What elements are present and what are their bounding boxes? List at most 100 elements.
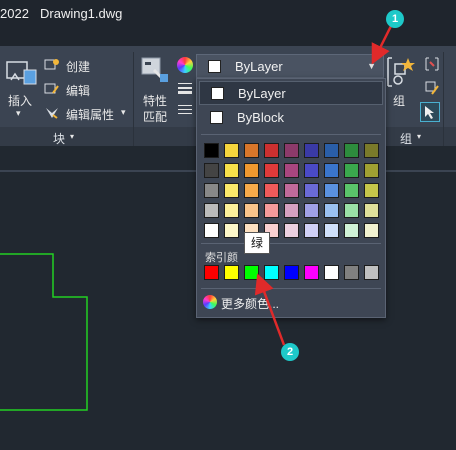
- separator: [201, 134, 381, 135]
- index-color-swatch[interactable]: [304, 265, 319, 280]
- color-swatch[interactable]: [344, 183, 359, 198]
- create-block-icon: [44, 58, 60, 72]
- color-swatch[interactable]: [304, 203, 319, 218]
- dropdown-item-label: ByLayer: [238, 86, 286, 101]
- color-swatch[interactable]: [244, 143, 259, 158]
- group-edit-icon[interactable]: [424, 80, 440, 96]
- app-version: 2022: [0, 6, 29, 21]
- color-swatch[interactable]: [324, 223, 339, 238]
- color-swatch[interactable]: [324, 163, 339, 178]
- index-color-swatch[interactable]: [344, 265, 359, 280]
- color-dropdown: ByLayer ByBlock 索引颜 更多颜色...: [196, 78, 386, 318]
- color-swatch[interactable]: [324, 203, 339, 218]
- color-swatch[interactable]: [364, 183, 379, 198]
- insert-block-button[interactable]: [4, 58, 38, 88]
- dropdown-item-byblock[interactable]: ByBlock: [199, 106, 383, 130]
- index-color-swatch[interactable]: [244, 265, 259, 280]
- color-swatch[interactable]: [284, 223, 299, 238]
- insert-label[interactable]: 插入: [8, 92, 32, 109]
- color-swatch[interactable]: [364, 143, 379, 158]
- color-swatch[interactable]: [284, 163, 299, 178]
- color-swatch[interactable]: [264, 183, 279, 198]
- group-icon[interactable]: [386, 56, 416, 90]
- color-swatch[interactable]: [244, 183, 259, 198]
- chevron-down-icon[interactable]: ▾: [16, 108, 21, 119]
- color-wheel-icon: [203, 295, 217, 309]
- color-swatch[interactable]: [224, 163, 239, 178]
- chevron-down-icon[interactable]: ▾: [121, 107, 126, 118]
- color-swatch[interactable]: [304, 163, 319, 178]
- group-label[interactable]: 组: [393, 92, 405, 109]
- index-color-swatch[interactable]: [324, 265, 339, 280]
- edit-block-icon: [44, 82, 60, 96]
- index-color-swatch[interactable]: [364, 265, 379, 280]
- panel-divider: [133, 52, 134, 146]
- group-panel-title[interactable]: 组: [400, 130, 412, 147]
- color-swatch[interactable]: [224, 223, 239, 238]
- chevron-down-icon[interactable]: ▼: [367, 61, 376, 71]
- edit-block-button[interactable]: 编辑: [66, 82, 90, 99]
- match-properties-label[interactable]: 特性: [143, 92, 167, 109]
- color-tooltip: 绿: [244, 232, 270, 254]
- color-swatch[interactable]: [324, 143, 339, 158]
- ungroup-icon[interactable]: [424, 56, 440, 72]
- separator: [201, 288, 381, 289]
- dropdown-item-label: ByBlock: [237, 110, 284, 125]
- color-swatch[interactable]: [224, 203, 239, 218]
- color-swatch[interactable]: [304, 143, 319, 158]
- color-swatch[interactable]: [344, 203, 359, 218]
- separator: [201, 243, 381, 244]
- color-swatch[interactable]: [224, 183, 239, 198]
- more-colors-label: 更多颜色...: [221, 297, 280, 311]
- color-wheel-icon: [177, 57, 193, 73]
- color-swatch[interactable]: [204, 143, 219, 158]
- color-swatch[interactable]: [344, 143, 359, 158]
- lineweight-icon[interactable]: [178, 82, 192, 94]
- color-swatch[interactable]: [344, 223, 359, 238]
- color-swatch: [208, 60, 221, 73]
- block-panel-title[interactable]: 块: [53, 130, 65, 147]
- color-swatch[interactable]: [284, 143, 299, 158]
- color-swatch[interactable]: [324, 183, 339, 198]
- linetype-icon[interactable]: [178, 104, 192, 116]
- color-swatch: [211, 87, 224, 100]
- color-swatch[interactable]: [204, 223, 219, 238]
- document-title: Drawing1.dwg: [40, 6, 123, 21]
- color-swatch[interactable]: [284, 183, 299, 198]
- color-swatch[interactable]: [204, 163, 219, 178]
- match-properties-label[interactable]: 匹配: [143, 108, 167, 125]
- color-swatch[interactable]: [364, 163, 379, 178]
- color-swatch[interactable]: [204, 183, 219, 198]
- color-swatch[interactable]: [364, 223, 379, 238]
- color-swatch[interactable]: [204, 203, 219, 218]
- edit-attribute-icon: [44, 106, 60, 120]
- panel-divider: [443, 52, 444, 146]
- color-swatch[interactable]: [264, 203, 279, 218]
- color-swatch[interactable]: [344, 163, 359, 178]
- color-swatch[interactable]: [264, 143, 279, 158]
- chevron-down-icon[interactable]: ▾: [70, 132, 74, 141]
- color-swatch[interactable]: [264, 163, 279, 178]
- color-swatch[interactable]: [244, 203, 259, 218]
- color-swatch[interactable]: [284, 203, 299, 218]
- group-selection-icon[interactable]: [420, 102, 440, 122]
- chevron-down-icon[interactable]: ▾: [417, 132, 421, 141]
- match-properties-icon[interactable]: [140, 56, 170, 86]
- color-swatch[interactable]: [304, 183, 319, 198]
- color-select[interactable]: ByLayer ▼: [196, 54, 384, 78]
- index-color-swatch[interactable]: [224, 265, 239, 280]
- index-color-swatch[interactable]: [204, 265, 219, 280]
- edit-attributes-button[interactable]: 编辑属性: [66, 106, 114, 123]
- dropdown-item-bylayer[interactable]: ByLayer: [199, 81, 383, 105]
- color-swatch: [210, 111, 223, 124]
- color-swatch[interactable]: [304, 223, 319, 238]
- color-swatch[interactable]: [224, 143, 239, 158]
- annotation-badge-2: 2: [281, 343, 299, 361]
- color-swatch[interactable]: [364, 203, 379, 218]
- index-color-swatch[interactable]: [284, 265, 299, 280]
- create-block-button[interactable]: 创建: [66, 58, 90, 75]
- color-swatch[interactable]: [244, 163, 259, 178]
- color-select-value: ByLayer: [235, 59, 283, 74]
- index-color-label: 索引颜: [205, 252, 238, 264]
- index-color-swatch[interactable]: [264, 265, 279, 280]
